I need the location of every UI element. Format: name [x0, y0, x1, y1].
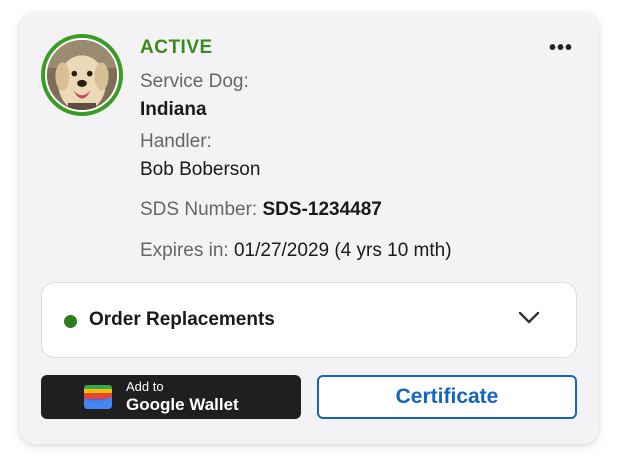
dog-photo	[47, 40, 117, 110]
google-wallet-icon	[84, 385, 112, 409]
expires-value: 01/27/2029 (4 yrs 10 mth)	[233, 240, 452, 261]
handler-label: Handler:	[140, 131, 212, 152]
certificate-button[interactable]: Certificate	[317, 375, 577, 419]
service-dog-card: ••• ACTIVE Service Dog: Indiana Handler:…	[19, 12, 599, 444]
sds-number-label: SDS Number:	[140, 199, 258, 220]
expires-row: Expires in: 01/27/2029 (4 yrs 10 mth)	[140, 240, 452, 262]
order-replacements-label: Order Replacements	[89, 309, 275, 330]
status-badge: ACTIVE	[140, 37, 213, 58]
service-dog-label: Service Dog:	[140, 71, 249, 92]
sds-number-row: SDS Number: SDS-1234487	[140, 199, 382, 221]
add-to-google-wallet-button[interactable]: Add to Google Wallet	[41, 375, 301, 419]
dog-photo-image	[47, 40, 117, 110]
handler-name: Bob Boberson	[140, 159, 261, 180]
wallet-big-label: Google Wallet	[126, 395, 239, 414]
order-replacements-dropdown[interactable]: Order Replacements	[41, 282, 577, 358]
chevron-down-icon	[518, 311, 540, 324]
sds-number-value: SDS-1234487	[262, 199, 382, 220]
service-dog-name: Indiana	[140, 99, 207, 120]
status-dot	[64, 315, 77, 328]
wallet-small-label: Add to	[126, 379, 164, 394]
avatar	[41, 34, 123, 116]
more-horizontal-icon[interactable]: •••	[549, 38, 573, 58]
expires-label: Expires in:	[140, 240, 229, 261]
